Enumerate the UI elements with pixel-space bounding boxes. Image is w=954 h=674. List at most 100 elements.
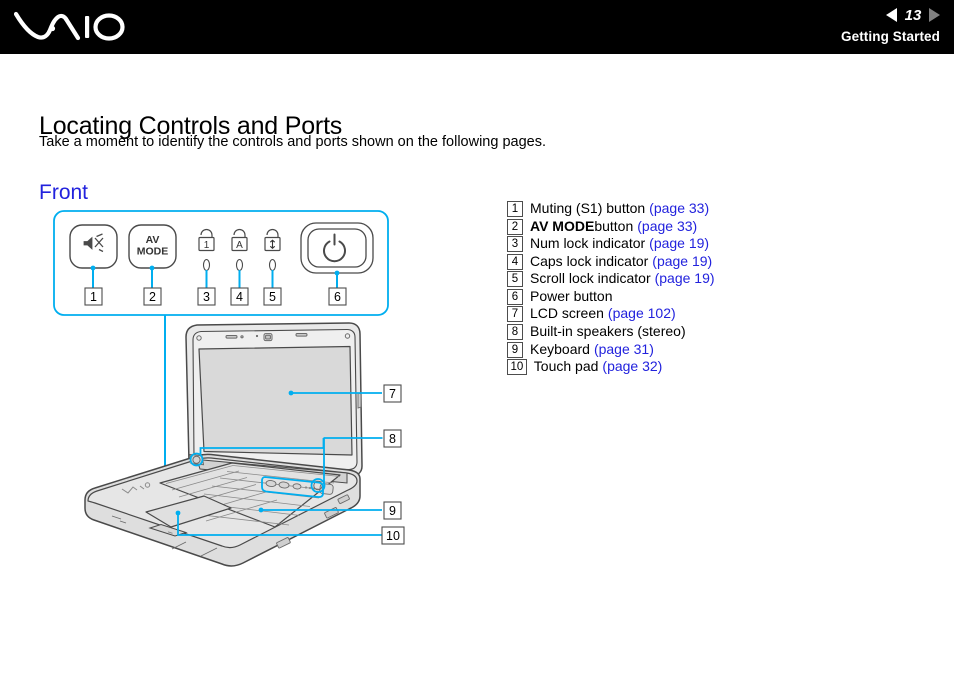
svg-text:4: 4 [236, 290, 243, 304]
callout-number: 9 [507, 341, 523, 358]
list-item-label: AV MODE [530, 217, 595, 234]
page-reference-link[interactable]: (page 19) [649, 235, 709, 251]
list-item: 8 Built-in speakers (stereo) [507, 323, 927, 341]
laptop-illustration [84, 322, 363, 567]
page-header: 13 Getting Started [0, 0, 954, 54]
svg-text:3: 3 [203, 290, 210, 304]
svg-text:1: 1 [204, 240, 210, 251]
callout-number: 5 [507, 271, 523, 288]
mute-button-illustration [69, 224, 118, 269]
laptop-lid-outer [185, 322, 363, 477]
callout-number: 10 [507, 359, 527, 376]
svg-text:2: 2 [149, 290, 156, 304]
page-reference-link[interactable]: (page 33) [637, 218, 697, 234]
callout-box-2: 2 [143, 287, 162, 306]
list-item: 7 LCD screen (page 102) [507, 305, 927, 323]
keyboard [159, 462, 341, 528]
triangle-left-icon[interactable] [886, 8, 897, 22]
leader-line-8 [199, 437, 383, 454]
list-item: 10 Touch pad (page 32) [507, 358, 927, 376]
lid-corner-details [196, 333, 351, 463]
laptop-deck-surface [87, 457, 358, 549]
laptop-hinge [196, 458, 348, 484]
touch-pad-buttons [148, 523, 188, 537]
list-item: 9 Keyboard (page 31) [507, 341, 927, 358]
av-mode-button-illustration: AV MODE [128, 224, 177, 269]
keyboard-keys [165, 465, 341, 526]
callout-number: 7 [507, 306, 523, 323]
speaker-mute-icon [83, 233, 104, 253]
list-item: 4 Caps lock indicator (page 19) [507, 253, 927, 270]
svg-text:9: 9 [389, 504, 396, 518]
page-reference-link[interactable]: (page 19) [652, 253, 712, 269]
speaker-highlights [189, 452, 326, 493]
legend-list: 1 Muting (S1) button (page 33) 2 AV MODE… [507, 200, 927, 376]
svg-text:1: 1 [90, 290, 97, 304]
list-item: 1 Muting (S1) button (page 33) [507, 200, 927, 217]
laptop-lid-bezel [192, 328, 358, 471]
leader-dot-7 [288, 390, 294, 396]
leader-dot-9 [258, 507, 264, 513]
scroll-lock-indicator-illustration [264, 228, 281, 272]
callout-box-5: 5 [263, 287, 282, 306]
leader-dot-10 [175, 510, 181, 516]
panel-to-laptop-leader [164, 315, 270, 489]
callout-box-6: 6 [328, 287, 347, 306]
list-item-label: Keyboard [530, 340, 590, 357]
svg-text:A: A [236, 240, 243, 251]
svg-text:10: 10 [386, 529, 400, 543]
num-lock-indicator-illustration: 1 [198, 228, 215, 272]
laptop-base [84, 453, 361, 567]
list-item: 2 AV MODE button (page 33) [507, 218, 927, 235]
list-item: 3 Num lock indicator (page 19) [507, 235, 927, 253]
callout-number: 3 [507, 236, 523, 253]
page-number: 13 [904, 6, 922, 24]
built-in-speakers [189, 453, 323, 491]
power-symbol-icon [323, 233, 346, 263]
list-item: 5 Scroll lock indicator (page 19) [507, 270, 927, 288]
page-reference-link[interactable]: (page 33) [649, 200, 709, 216]
page-intro-text: Take a moment to identify the controls a… [39, 134, 546, 150]
page-reference-link[interactable]: (page 19) [655, 270, 715, 286]
svg-text:6: 6 [334, 290, 341, 304]
subsection-title-front: Front [39, 181, 89, 205]
list-item-label: Muting (S1) button [530, 200, 646, 216]
list-item-label: Power button [530, 287, 613, 304]
vaio-badge-on-deck [121, 482, 151, 494]
list-item: 6 Power button [507, 288, 927, 305]
front-edge-details [111, 515, 218, 557]
callout-box-7: 7 [383, 384, 402, 403]
list-item-label: Num lock indicator [530, 235, 646, 252]
callout-number: 1 [507, 201, 523, 217]
section-title: Getting Started [840, 29, 940, 44]
lid-top-bezel-details [225, 333, 308, 342]
touch-pad [145, 495, 232, 528]
power-button-illustration [300, 222, 374, 274]
callout-number: 6 [507, 288, 523, 305]
control-strip-highlight [261, 476, 324, 498]
list-item-label-suffix: button [594, 217, 634, 234]
callout-box-4: 4 [230, 287, 249, 306]
callout-number: 8 [507, 324, 523, 341]
list-item-label: Touch pad [533, 358, 599, 375]
leader-line-10 [177, 513, 382, 536]
page-reference-link[interactable]: (page 32) [602, 358, 662, 374]
page-reference-link[interactable]: (page 102) [608, 305, 676, 321]
av-mode-label-line2: MODE [137, 246, 169, 258]
callout-box-9: 9 [383, 501, 402, 520]
callout-box-3: 3 [197, 287, 216, 306]
triangle-right-icon[interactable] [929, 8, 940, 22]
av-mode-label-line1: AV [146, 234, 160, 246]
svg-text:8: 8 [389, 432, 396, 446]
laptop-control-strip [265, 480, 316, 490]
callout-box-10: 10 [381, 526, 405, 545]
control-panel-highlight-box [53, 210, 389, 316]
list-item-label: Caps lock indicator [530, 252, 649, 269]
laptop-power-button [319, 483, 334, 495]
svg-text:7: 7 [389, 387, 396, 401]
right-side-ports [276, 494, 350, 549]
list-item-label: Built-in speakers (stereo) [530, 323, 686, 340]
page-reference-link[interactable]: (page 31) [594, 341, 654, 357]
list-item-label: Scroll lock indicator [530, 270, 651, 287]
page-navigation[interactable]: 13 [886, 5, 940, 25]
